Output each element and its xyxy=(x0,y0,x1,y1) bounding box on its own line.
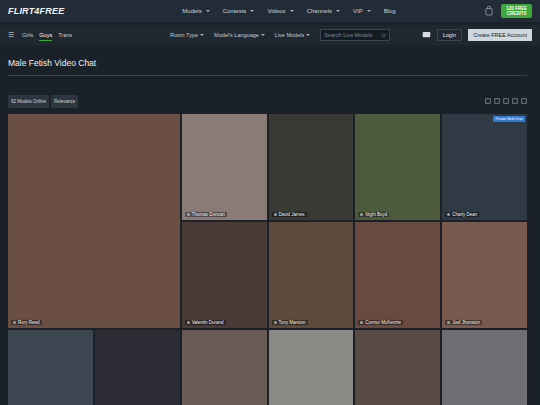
nav-item[interactable]: VIP xyxy=(353,8,371,14)
nav-item[interactable]: Models xyxy=(182,8,209,14)
nav-item[interactable]: Blog xyxy=(384,8,396,14)
gender-tab[interactable]: Guys xyxy=(39,30,52,41)
filter-dropdown[interactable]: Room Type xyxy=(170,32,204,38)
view-mode-icon[interactable] xyxy=(512,98,518,104)
status-dot xyxy=(187,321,190,324)
model-card[interactable] xyxy=(355,330,440,405)
view-mode-icon[interactable] xyxy=(521,98,527,104)
model-card[interactable]: Connor McKenzie xyxy=(355,222,440,328)
model-name: Rory Reed xyxy=(11,320,42,325)
model-card[interactable]: David James xyxy=(269,114,354,220)
gender-tab[interactable]: Trans xyxy=(58,30,72,40)
model-name: Connor McKenzie xyxy=(358,320,403,325)
filter-bar: ☰ Girls Guys Trans Room Type Model's Language… xyxy=(0,25,540,45)
menu-button[interactable]: ☰ xyxy=(8,31,14,39)
model-card[interactable] xyxy=(182,330,267,405)
model-card[interactable]: Night Boyd xyxy=(355,114,440,220)
caret-icon xyxy=(206,10,210,12)
status-dot xyxy=(360,321,363,324)
caret-icon xyxy=(336,10,340,12)
model-card[interactable]: Thomas Duncan xyxy=(182,114,267,220)
status-dot xyxy=(360,213,363,216)
page: FLIRT4FREE Models Contests Videos Channels VI… xyxy=(0,0,540,405)
page-title: Male Fetish Video Chat xyxy=(8,57,527,69)
view-mode-icon[interactable] xyxy=(503,98,509,104)
model-card[interactable] xyxy=(442,330,527,405)
model-name: Night Boyd xyxy=(358,212,389,217)
status-dot xyxy=(447,321,450,324)
caret-icon xyxy=(367,10,371,12)
search-field[interactable]: Search Live Models xyxy=(320,29,390,41)
model-name: David James xyxy=(272,212,307,217)
view-mode-icon[interactable] xyxy=(494,98,500,104)
free-credits-button[interactable]: 120 FREECREDITS xyxy=(501,4,532,18)
model-name: Joel Jhonston xyxy=(445,320,482,325)
model-card[interactable] xyxy=(95,330,180,405)
content: Male Fetish Video Chat 62 Models OnlineRe… xyxy=(0,57,540,405)
model-card[interactable] xyxy=(269,330,354,405)
model-name: Charly Dean xyxy=(445,212,479,217)
model-name: Valentin Durand xyxy=(185,320,226,325)
caret-icon xyxy=(261,34,265,36)
toolbar: 62 Models OnlineRelevance xyxy=(8,92,527,110)
model-card[interactable] xyxy=(8,330,93,405)
status-dot xyxy=(187,213,190,216)
model-name: Thomas Duncan xyxy=(185,212,227,217)
nav-item[interactable]: Videos xyxy=(267,8,293,14)
model-name: Tony Marston xyxy=(272,320,308,325)
divider xyxy=(8,75,527,76)
caret-icon xyxy=(290,10,294,12)
status-dot xyxy=(447,213,450,216)
caret-icon xyxy=(200,34,204,36)
bag-icon[interactable] xyxy=(485,6,493,16)
sort-dropdown[interactable]: Relevance xyxy=(51,95,78,108)
create-account-button[interactable]: Create FREE Account xyxy=(468,29,532,41)
caret-icon xyxy=(306,34,310,36)
status-dot xyxy=(13,321,16,324)
model-card[interactable]: Joel Jhonston xyxy=(442,222,527,328)
model-card[interactable]: Tony Marston xyxy=(269,222,354,328)
chat-icon[interactable] xyxy=(422,31,431,39)
nav-item[interactable]: Channels xyxy=(307,8,340,14)
view-mode-icon[interactable] xyxy=(485,98,491,104)
model-card[interactable]: Rory Reed xyxy=(8,114,180,328)
room-badge: Private Multi User xyxy=(493,116,525,122)
caret-icon xyxy=(250,10,254,12)
nav-item[interactable]: Contests xyxy=(223,8,255,14)
models-online-count[interactable]: 62 Models Online xyxy=(8,95,49,108)
top-bar: FLIRT4FREE Models Contests Videos Channels VI… xyxy=(0,0,540,22)
status-dot xyxy=(274,321,277,324)
model-card[interactable]: Private Multi User Charly Dean xyxy=(442,114,527,220)
model-grid: Rory Reed Thomas Duncan David James Night B… xyxy=(8,114,527,405)
filter-dropdown[interactable]: Live Models xyxy=(275,32,310,38)
gender-tab[interactable]: Girls xyxy=(22,30,33,40)
main-nav: Models Contests Videos Channels VIP Blog xyxy=(182,8,395,14)
login-button[interactable]: Login xyxy=(437,29,462,41)
model-card[interactable]: Valentin Durand xyxy=(182,222,267,328)
status-dot xyxy=(274,213,277,216)
filter-dropdown[interactable]: Model's Language xyxy=(214,32,265,38)
logo[interactable]: FLIRT4FREE xyxy=(8,6,64,16)
refresh-icon xyxy=(381,33,386,38)
